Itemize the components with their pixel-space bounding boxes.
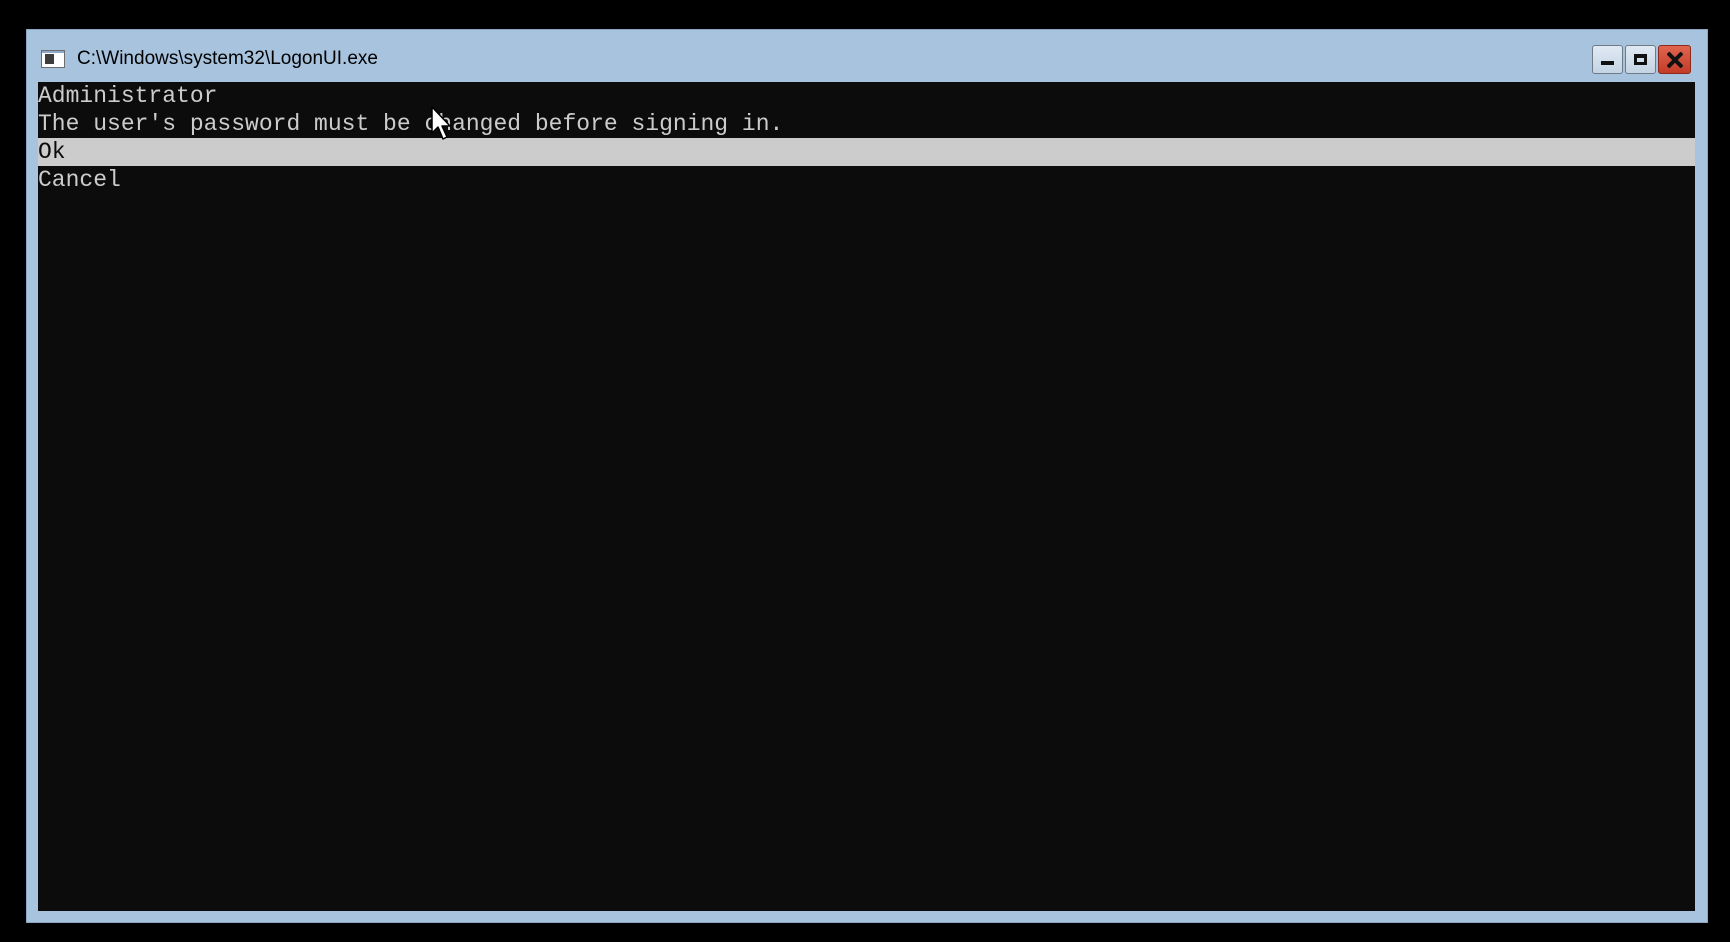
ok-option[interactable]: Ok (38, 138, 1695, 166)
username-line: Administrator (38, 83, 218, 109)
close-button[interactable] (1658, 45, 1691, 74)
minimize-button[interactable] (1592, 45, 1623, 74)
minimize-icon (1601, 60, 1614, 65)
close-icon (1666, 51, 1684, 69)
window-title: C:\Windows\system32\LogonUI.exe (77, 48, 378, 69)
cancel-option[interactable]: Cancel (38, 166, 1695, 194)
console-area[interactable]: Administrator The user's password must b… (38, 82, 1695, 911)
mouse-pointer-icon (431, 106, 451, 140)
console-app-icon[interactable] (41, 50, 65, 68)
title-bar[interactable]: C:\Windows\system32\LogonUI.exe (27, 30, 1707, 82)
maximize-icon (1634, 54, 1647, 65)
password-message: The user's password must be changed befo… (38, 111, 784, 137)
logonui-window: C:\Windows\system32\LogonUI.exe Administ… (26, 29, 1708, 923)
maximize-button[interactable] (1625, 45, 1656, 74)
